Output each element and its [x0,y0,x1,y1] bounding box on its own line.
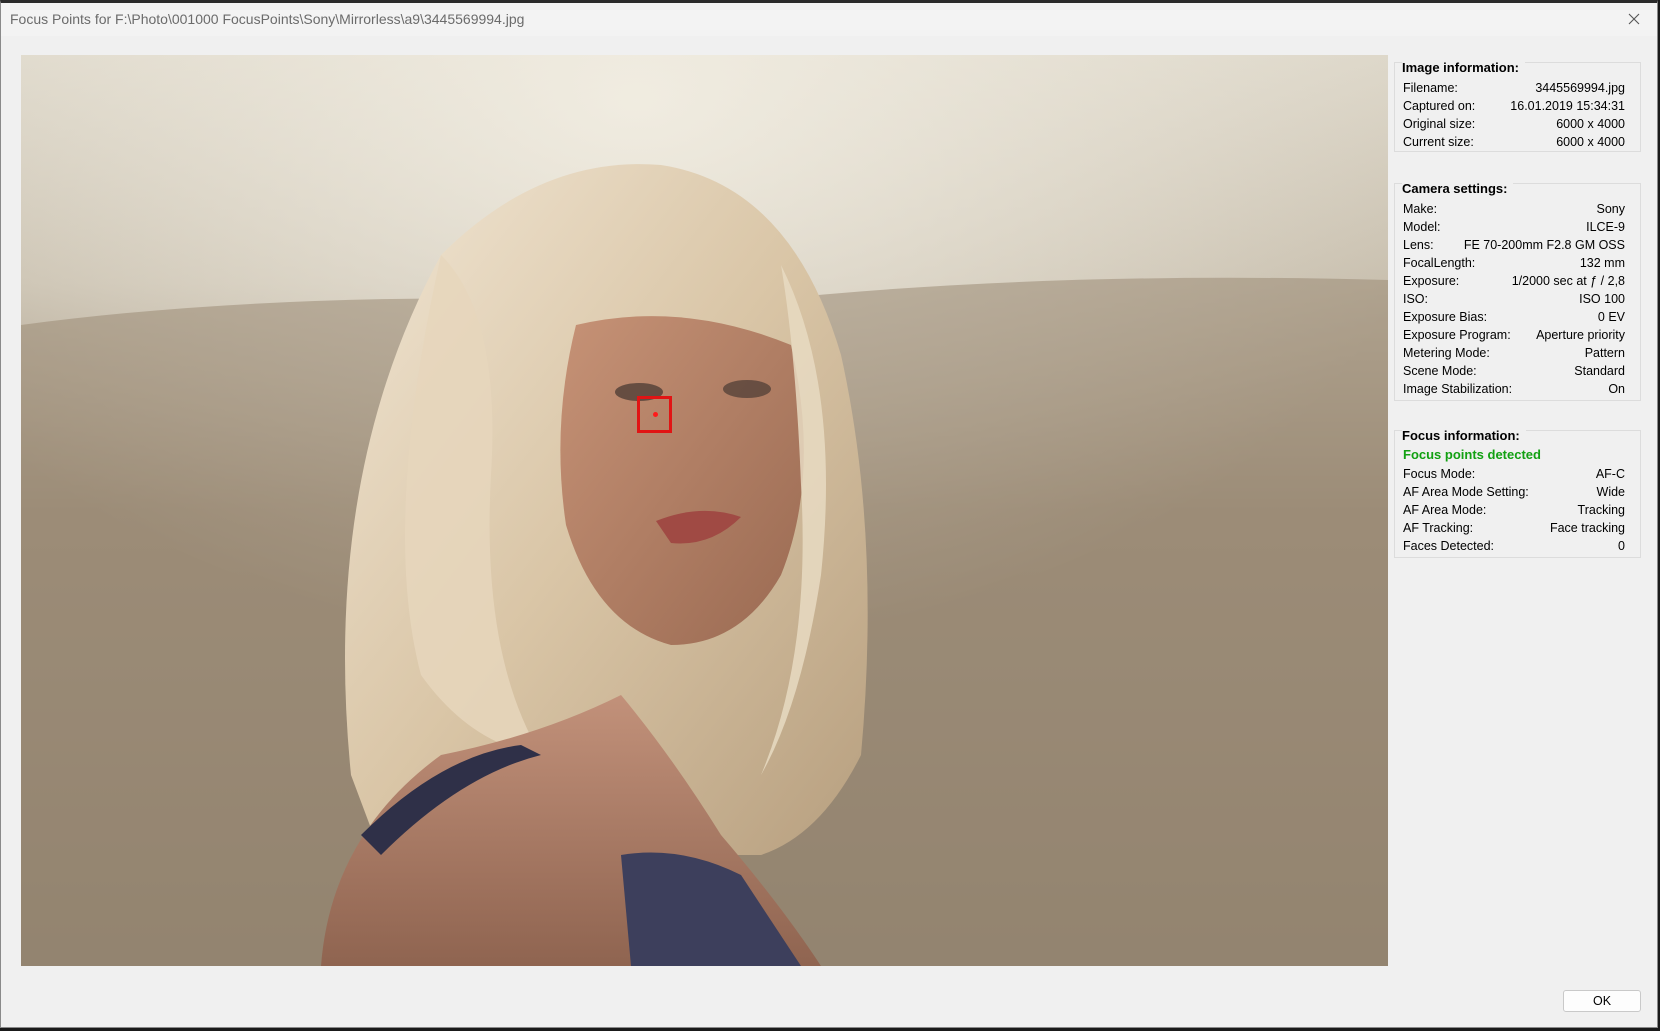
camera-label: ISO: [1403,292,1429,306]
info-value: 3445569994.jpg [1535,81,1625,95]
focus-label: AF Area Mode: [1403,503,1487,517]
camera-label: Model: [1403,220,1441,234]
focus-row: AF Area Mode: Tracking [1403,503,1625,522]
camera-label: FocalLength: [1403,256,1476,270]
focus-label: Focus Mode: [1403,467,1476,481]
focus-label: AF Area Mode Setting: [1403,485,1529,499]
info-row: Current size: 6000 x 4000 [1403,135,1625,154]
ok-button[interactable]: OK [1563,990,1641,1012]
focus-point-marker [637,396,672,433]
camera-label: Lens: [1403,238,1434,252]
focus-points-dialog: Focus Points for F:\Photo\001000 FocusPo… [0,0,1658,1028]
camera-row: Lens: FE 70-200mm F2.8 GM OSS [1403,238,1625,257]
info-label: Captured on: [1403,99,1476,113]
camera-row: Scene Mode: Standard [1403,364,1625,383]
info-label: Current size: [1403,135,1474,149]
camera-row: FocalLength: 132 mm [1403,256,1625,275]
portrait-photo [21,55,1388,966]
camera-label: Make: [1403,202,1438,216]
camera-settings-title: Camera settings: [1402,181,1514,196]
info-value: 16.01.2019 15:34:31 [1510,99,1625,113]
focus-value: 0 [1618,539,1625,553]
camera-label: Scene Mode: [1403,364,1477,378]
camera-settings-group: Camera settings: Make: Sony Model: ILCE-… [1394,181,1641,401]
camera-row: Make: Sony [1403,202,1625,221]
camera-value: 132 mm [1579,256,1625,270]
info-row: Original size: 6000 x 4000 [1403,117,1625,136]
camera-row: Image Stabilization: On [1403,382,1625,401]
camera-label: Metering Mode: [1403,346,1490,360]
focus-information-title: Focus information: [1402,428,1526,443]
focus-label: Faces Detected: [1403,539,1495,553]
camera-value: FE 70-200mm F2.8 GM OSS [1463,238,1625,252]
camera-value: On [1608,382,1625,396]
focus-row: Faces Detected: 0 [1403,539,1625,558]
info-value: 6000 x 4000 [1556,117,1625,131]
focus-value: AF-C [1595,467,1625,481]
camera-row: Metering Mode: Pattern [1403,346,1625,365]
camera-row: Model: ILCE-9 [1403,220,1625,239]
camera-row: Exposure Program: Aperture priority [1403,328,1625,347]
camera-value: ISO 100 [1579,292,1625,306]
info-value: 6000 x 4000 [1556,135,1625,149]
camera-label: Exposure Program: [1403,328,1511,342]
camera-label: Exposure Bias: [1403,310,1488,324]
focus-row: AF Area Mode Setting: Wide [1403,485,1625,504]
focus-information-group: Focus information: Focus points detected… [1394,428,1641,558]
focus-point-center [653,412,658,417]
image-information-title: Image information: [1402,60,1526,75]
focus-value: Tracking [1577,503,1625,517]
camera-value: Standard [1574,364,1625,378]
camera-value: ILCE-9 [1586,220,1625,234]
camera-value: Sony [1596,202,1626,216]
camera-value: Aperture priority [1536,328,1625,342]
focus-status: Focus points detected [1403,447,1541,462]
camera-row: Exposure: 1/2000 sec at ƒ / 2,8 [1403,274,1625,293]
image-information-group: Image information: Filename: 3445569994.… [1394,60,1641,154]
focus-row: AF Tracking: Face tracking [1403,521,1625,540]
info-row: Captured on: 16.01.2019 15:34:31 [1403,99,1625,118]
focus-value: Wide [1596,485,1625,499]
camera-row: ISO: ISO 100 [1403,292,1625,311]
focus-row: Focus Mode: AF-C [1403,467,1625,486]
title-bar: Focus Points for F:\Photo\001000 FocusPo… [1,3,1657,36]
camera-value: 0 EV [1597,310,1625,324]
camera-value: Pattern [1584,346,1625,360]
info-row: Filename: 3445569994.jpg [1403,81,1625,100]
camera-label: Exposure: [1403,274,1460,288]
photo-preview [21,55,1388,966]
close-icon [1628,13,1640,25]
focus-value: Face tracking [1549,521,1625,535]
camera-value: 1/2000 sec at ƒ / 2,8 [1511,274,1625,288]
camera-row: Exposure Bias: 0 EV [1403,310,1625,329]
info-label: Original size: [1403,117,1476,131]
close-button[interactable] [1611,3,1657,35]
info-label: Filename: [1403,81,1458,95]
window-title: Focus Points for F:\Photo\001000 FocusPo… [10,11,525,27]
camera-label: Image Stabilization: [1403,382,1513,396]
focus-label: AF Tracking: [1403,521,1474,535]
